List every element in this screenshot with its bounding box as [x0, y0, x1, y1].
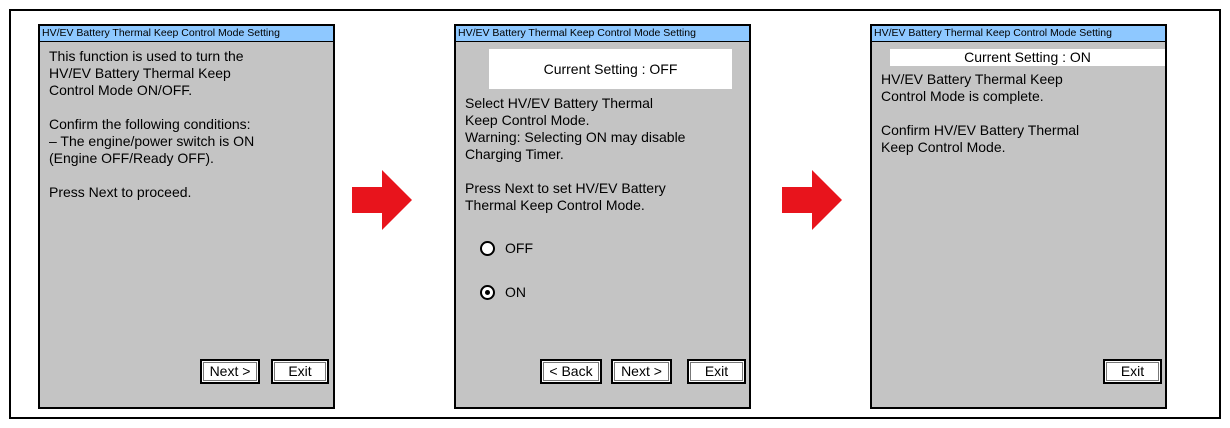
instruction-text: This function is used to turn the HV/EV … — [49, 48, 255, 200]
screen-title: HV/EV Battery Thermal Keep Control Mode … — [40, 26, 333, 42]
screen-select-mode: HV/EV Battery Thermal Keep Control Mode … — [454, 24, 751, 409]
back-button[interactable]: < Back — [540, 359, 602, 384]
screen-complete: HV/EV Battery Thermal Keep Control Mode … — [870, 24, 1167, 409]
radio-checked-icon[interactable] — [480, 284, 495, 300]
next-button[interactable]: Next > — [200, 359, 260, 384]
exit-button[interactable]: Exit — [687, 359, 746, 384]
instruction-text: Select HV/EV Battery Thermal Keep Contro… — [465, 95, 686, 213]
next-step-arrow-icon — [352, 170, 412, 230]
screen-title: HV/EV Battery Thermal Keep Control Mode … — [456, 26, 749, 42]
option-on-label: ON — [505, 284, 526, 300]
option-off-label: OFF — [505, 240, 533, 256]
option-off[interactable]: OFF — [480, 240, 533, 256]
next-step-arrow-icon — [782, 170, 842, 230]
instruction-text: HV/EV Battery Thermal Keep Control Mode … — [881, 71, 1080, 155]
current-setting-display: Current Setting : ON — [890, 49, 1165, 66]
exit-button[interactable]: Exit — [1103, 359, 1162, 384]
current-setting-display: Current Setting : OFF — [489, 49, 732, 89]
next-button[interactable]: Next > — [611, 359, 672, 384]
exit-button[interactable]: Exit — [271, 359, 329, 384]
option-on[interactable]: ON — [480, 284, 526, 300]
radio-unchecked-icon[interactable] — [480, 240, 495, 256]
screen-intro: HV/EV Battery Thermal Keep Control Mode … — [38, 24, 335, 409]
screen-title: HV/EV Battery Thermal Keep Control Mode … — [872, 26, 1165, 42]
